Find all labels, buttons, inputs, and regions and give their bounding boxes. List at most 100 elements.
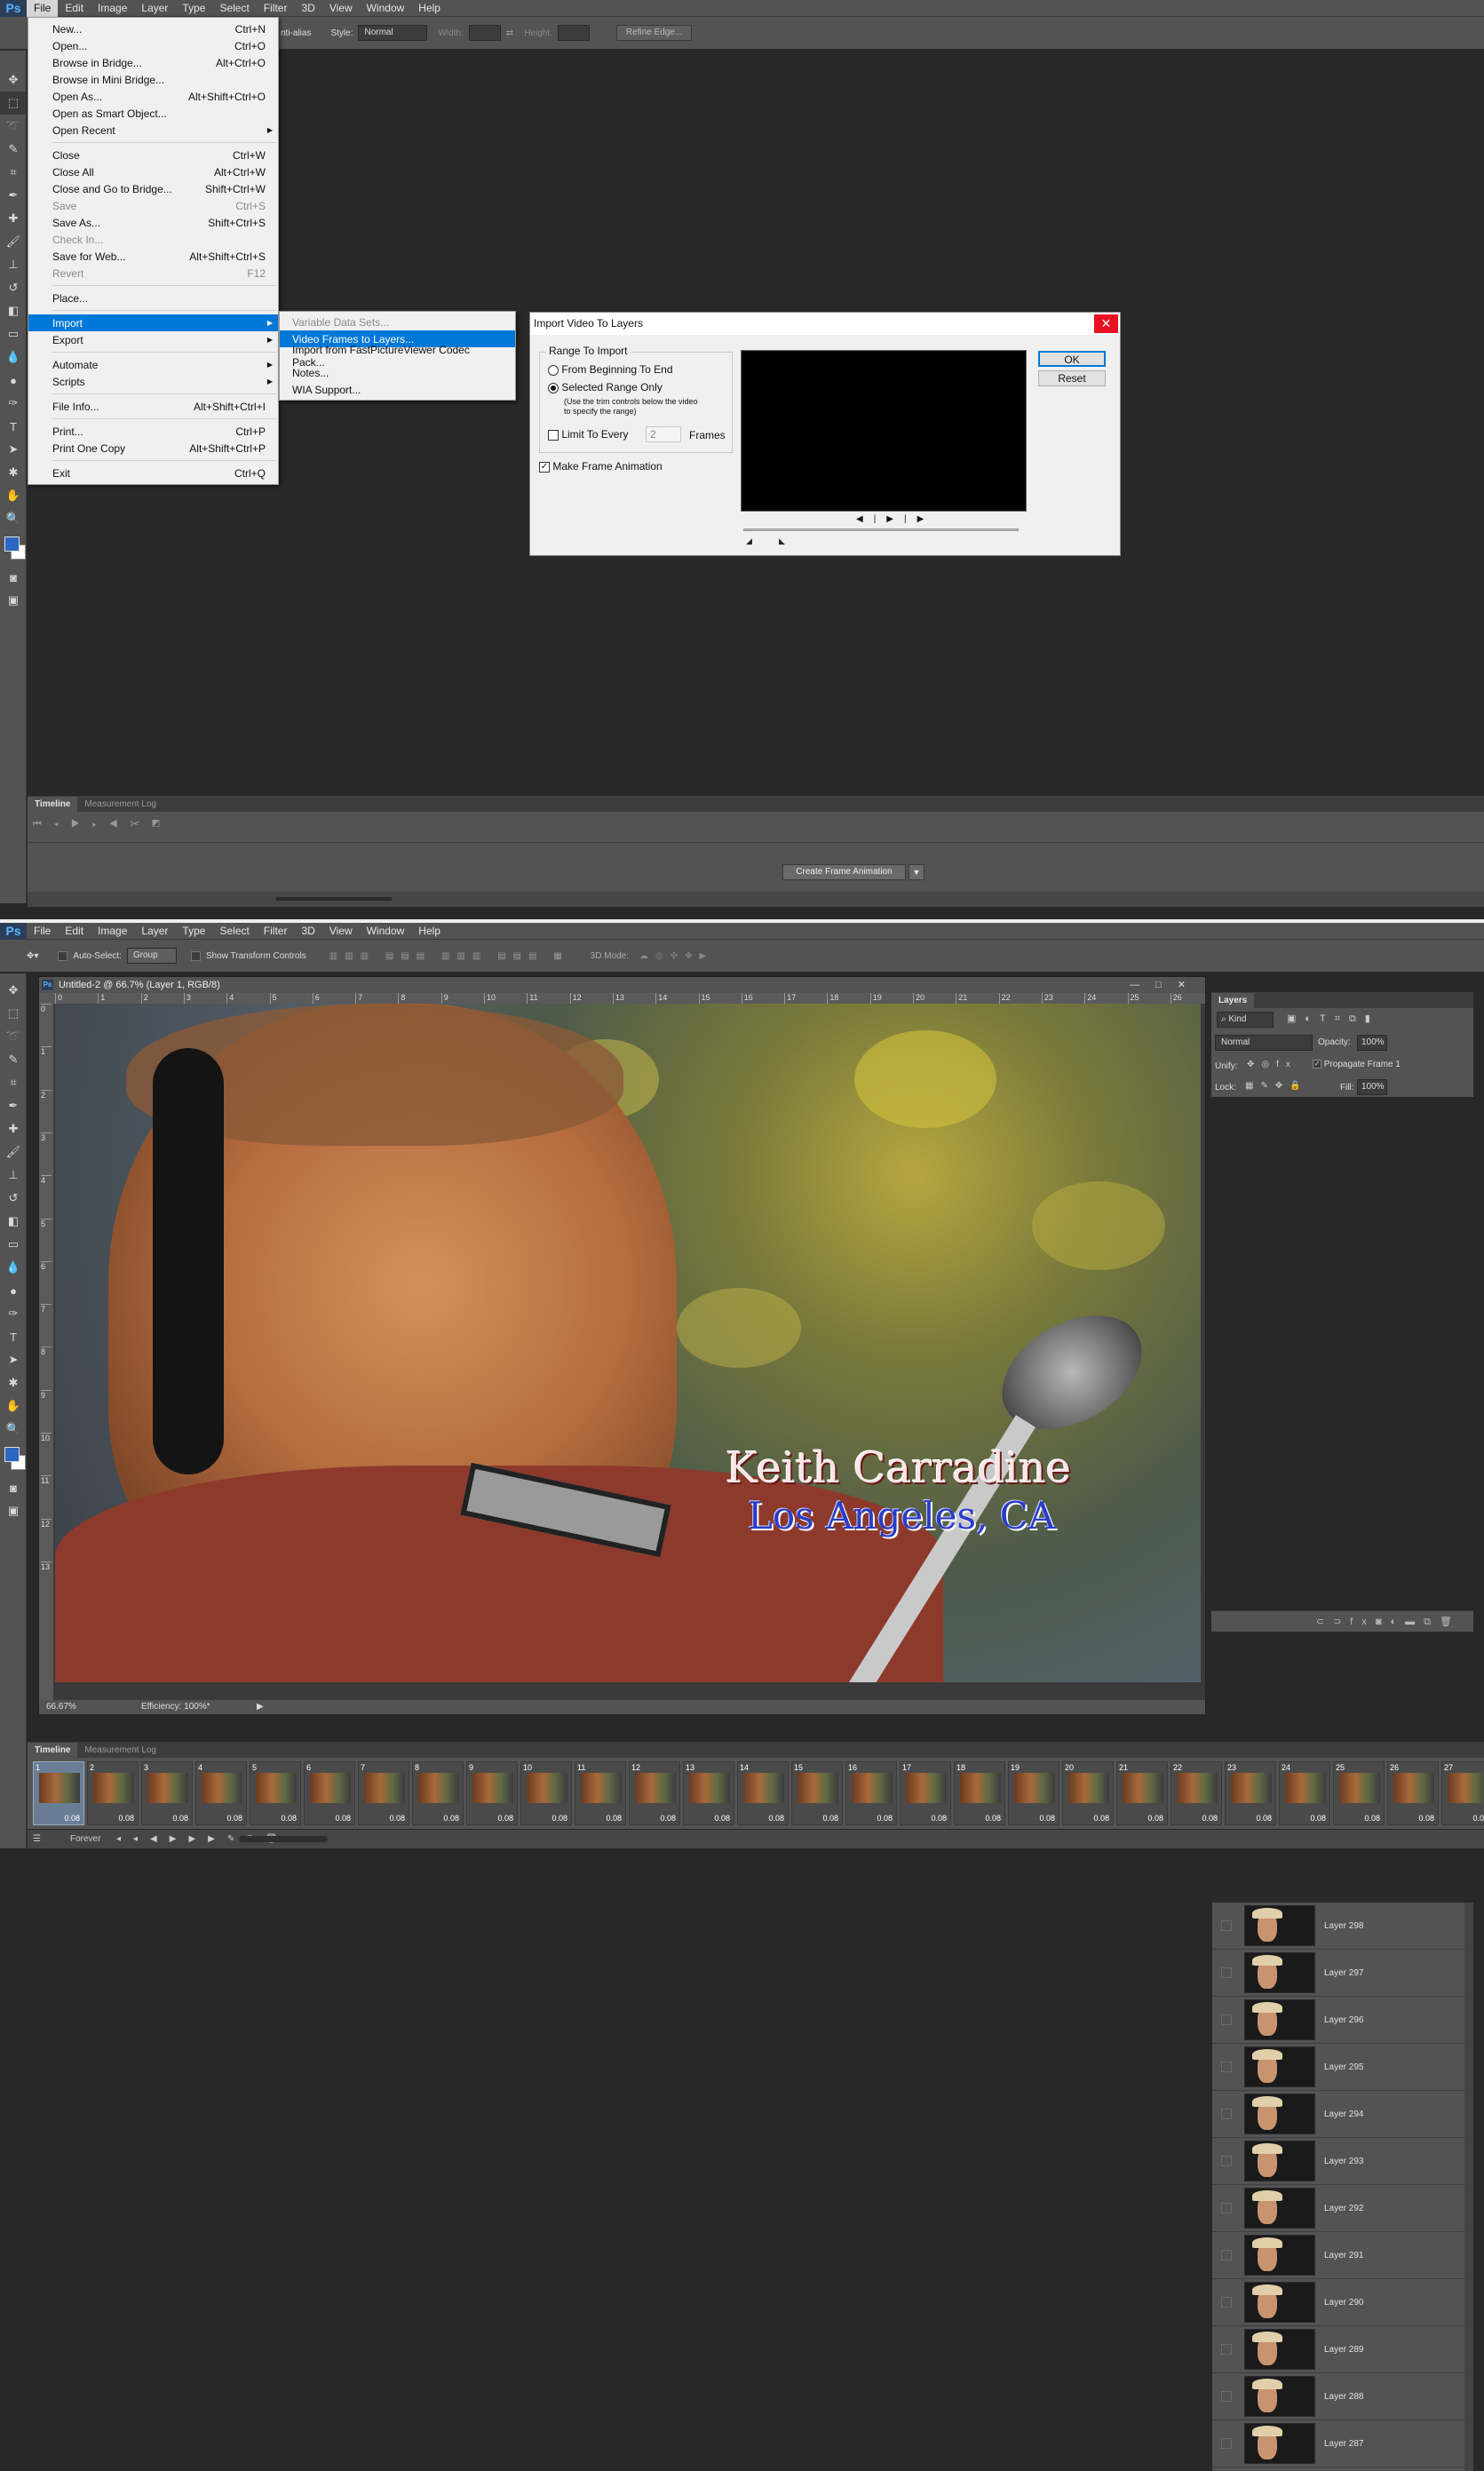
animation-frame[interactable]: 20 0.08 [1062,1761,1114,1825]
menu-window[interactable]: Window [360,923,412,940]
menu-filter[interactable]: Filter [257,0,295,17]
radio-selected-range[interactable]: Selected Range Only [548,381,663,393]
eyedropper-icon[interactable]: ✒ [0,1094,27,1117]
pen-tool-icon[interactable]: ✑ [0,392,27,415]
first-frame-icon[interactable]: ⏮ [33,819,54,830]
menu-item-automate[interactable]: Automate ▶ [28,356,278,373]
frame-duration[interactable]: 0.08 [1418,1814,1434,1823]
visibility-toggle[interactable] [1221,2297,1232,2308]
prev-frame-icon[interactable]: ◂ [54,819,71,830]
frame-duration[interactable]: 0.08 [1147,1814,1163,1823]
quick-select-icon[interactable]: ✎ [0,138,27,161]
animation-frame[interactable]: 6 0.08 [304,1761,355,1825]
3d-mode-icons[interactable]: ☁◎✣✥▶ [639,951,713,961]
animation-frame[interactable]: 23 0.08 [1225,1761,1276,1825]
brush-tool-icon[interactable]: 🖌 [0,230,27,253]
menu-item-open[interactable]: Open... Ctrl+O [28,37,278,54]
menu-item-exit[interactable]: Exit Ctrl+Q [28,465,278,481]
animation-frame[interactable]: 16 0.08 [845,1761,897,1825]
play-icon[interactable]: ▶ [886,514,904,524]
shape-tool-icon[interactable]: ✱ [0,461,27,484]
menu-item-new[interactable]: New... Ctrl+N [28,20,278,37]
animation-frame[interactable]: 19 0.08 [1008,1761,1059,1825]
visibility-toggle[interactable] [1221,2062,1232,2072]
lock-icons[interactable]: ▦✎✥🔒 [1245,1081,1308,1091]
menu-select[interactable]: Select [212,923,256,940]
hand-tool-icon[interactable]: ✋ [0,484,27,507]
menu-item-scripts[interactable]: Scripts ▶ [28,373,278,390]
frame-duration[interactable]: 0.08 [443,1814,459,1823]
menu-view[interactable]: View [322,0,360,17]
menu-item-save-as[interactable]: Save As... Shift+Ctrl+S [28,214,278,231]
frame-duration[interactable]: 0.08 [497,1814,513,1823]
make-animation-row[interactable]: ✓ Make Frame Animation [539,460,663,473]
menu-layer[interactable]: Layer [134,0,175,17]
audio-icon[interactable]: ◀ [109,819,131,830]
frame-duration[interactable]: 0.08 [172,1814,188,1823]
step-forward-icon[interactable]: |▶ [904,514,934,524]
width-input[interactable] [468,25,501,41]
menu-type[interactable]: Type [175,923,212,940]
fx-icon[interactable]: fx [1350,1617,1376,1627]
layer-row[interactable]: Layer 287 [1212,2420,1473,2467]
propagate-checkbox[interactable]: ✓ [1313,1060,1321,1069]
radio-icon[interactable] [548,364,559,376]
submenu-item-wia[interactable]: WIA Support... [280,381,515,398]
layer-row[interactable]: Layer 298 [1212,1903,1473,1950]
dodge-tool-icon[interactable]: ● [0,369,27,392]
stamp-tool-icon[interactable]: ⊥ [0,253,27,276]
height-input[interactable] [557,25,590,41]
visibility-toggle[interactable] [1221,2156,1232,2166]
menu-item-print-one-copy[interactable]: Print One Copy Alt+Shift+Ctrl+P [28,440,278,457]
auto-select-checkbox[interactable] [58,950,68,961]
visibility-toggle[interactable] [1221,1920,1232,1931]
frame-duration[interactable]: 0.08 [1472,1814,1484,1823]
layer-row[interactable]: Layer 290 [1212,2279,1473,2326]
trash-icon[interactable]: 🗑 [1440,1617,1461,1627]
healing-brush-icon[interactable]: ✚ [0,1117,27,1140]
tab-measurement-log[interactable]: Measurement Log [77,797,163,812]
lasso-tool-icon[interactable]: ➰ [0,115,27,138]
new-layer-icon[interactable]: ⧉ [1424,1617,1440,1627]
animation-frame[interactable]: 15 0.08 [791,1761,843,1825]
limit-checkbox-row[interactable]: Limit To Every [548,428,628,441]
trim-end-handle[interactable]: ◣ [779,536,785,546]
chevron-down-icon[interactable]: ▼ [909,864,925,880]
menu-edit[interactable]: Edit [58,923,91,940]
menu-item-print[interactable]: Print... Ctrl+P [28,423,278,440]
frame-duration[interactable]: 0.08 [660,1814,676,1823]
menu-item-open-recent[interactable]: Open Recent ▶ [28,122,278,139]
menu-item-export[interactable]: Export ▶ [28,331,278,348]
align-icons[interactable]: ▥▥▥ ▤▤▤ ▥▥▥ ▤▤▤ ▦ [329,951,569,961]
menu-select[interactable]: Select [212,0,256,17]
frame-duration[interactable]: 0.08 [714,1814,730,1823]
menu-edit[interactable]: Edit [58,0,91,17]
frame-duration[interactable]: 0.08 [1310,1814,1326,1823]
menu-help[interactable]: Help [411,0,448,17]
animation-frame[interactable]: 14 0.08 [737,1761,789,1825]
animation-frame[interactable]: 1 0.08 [33,1761,84,1825]
path-select-icon[interactable]: ➤ [0,438,27,461]
frame-duration[interactable]: 0.08 [281,1814,297,1823]
animation-frame[interactable]: 12 0.08 [629,1761,680,1825]
menu-image[interactable]: Image [91,923,134,940]
layer-row[interactable]: Layer 289 [1212,2326,1473,2373]
quick-mask-icon[interactable]: ◙ [0,566,27,589]
animation-frame[interactable]: 270.08 [1441,1761,1484,1825]
filter-icons[interactable]: ▣◐T⌗⧉▮ [1287,1013,1379,1025]
submenu-item-fastpictureviewer[interactable]: Import from FastPictureViewer Codec Pack… [280,344,515,369]
animation-frame[interactable]: 25 0.08 [1333,1761,1385,1825]
layer-row[interactable]: Layer 292 [1212,2185,1473,2232]
menu-help[interactable]: Help [411,923,448,940]
menu-item-save-for-web[interactable]: Save for Web... Alt+Shift+Ctrl+S [28,248,278,265]
quick-select-icon[interactable]: ✎ [0,1048,27,1071]
type-tool-icon[interactable]: T [0,415,27,438]
zoom-tool-icon[interactable]: 🔍 [0,1418,27,1441]
canvas-image[interactable]: Keith Carradine Los Angeles, CA [55,1004,1201,1682]
group-select[interactable]: Group [126,948,177,964]
menu-file[interactable]: File [27,923,58,940]
fill-input[interactable]: 100% [1357,1079,1387,1095]
frame-duration[interactable]: 0.08 [822,1814,838,1823]
next-frame-icon[interactable]: ▸ [92,819,109,830]
step-back-icon[interactable]: ◀| [856,514,886,524]
